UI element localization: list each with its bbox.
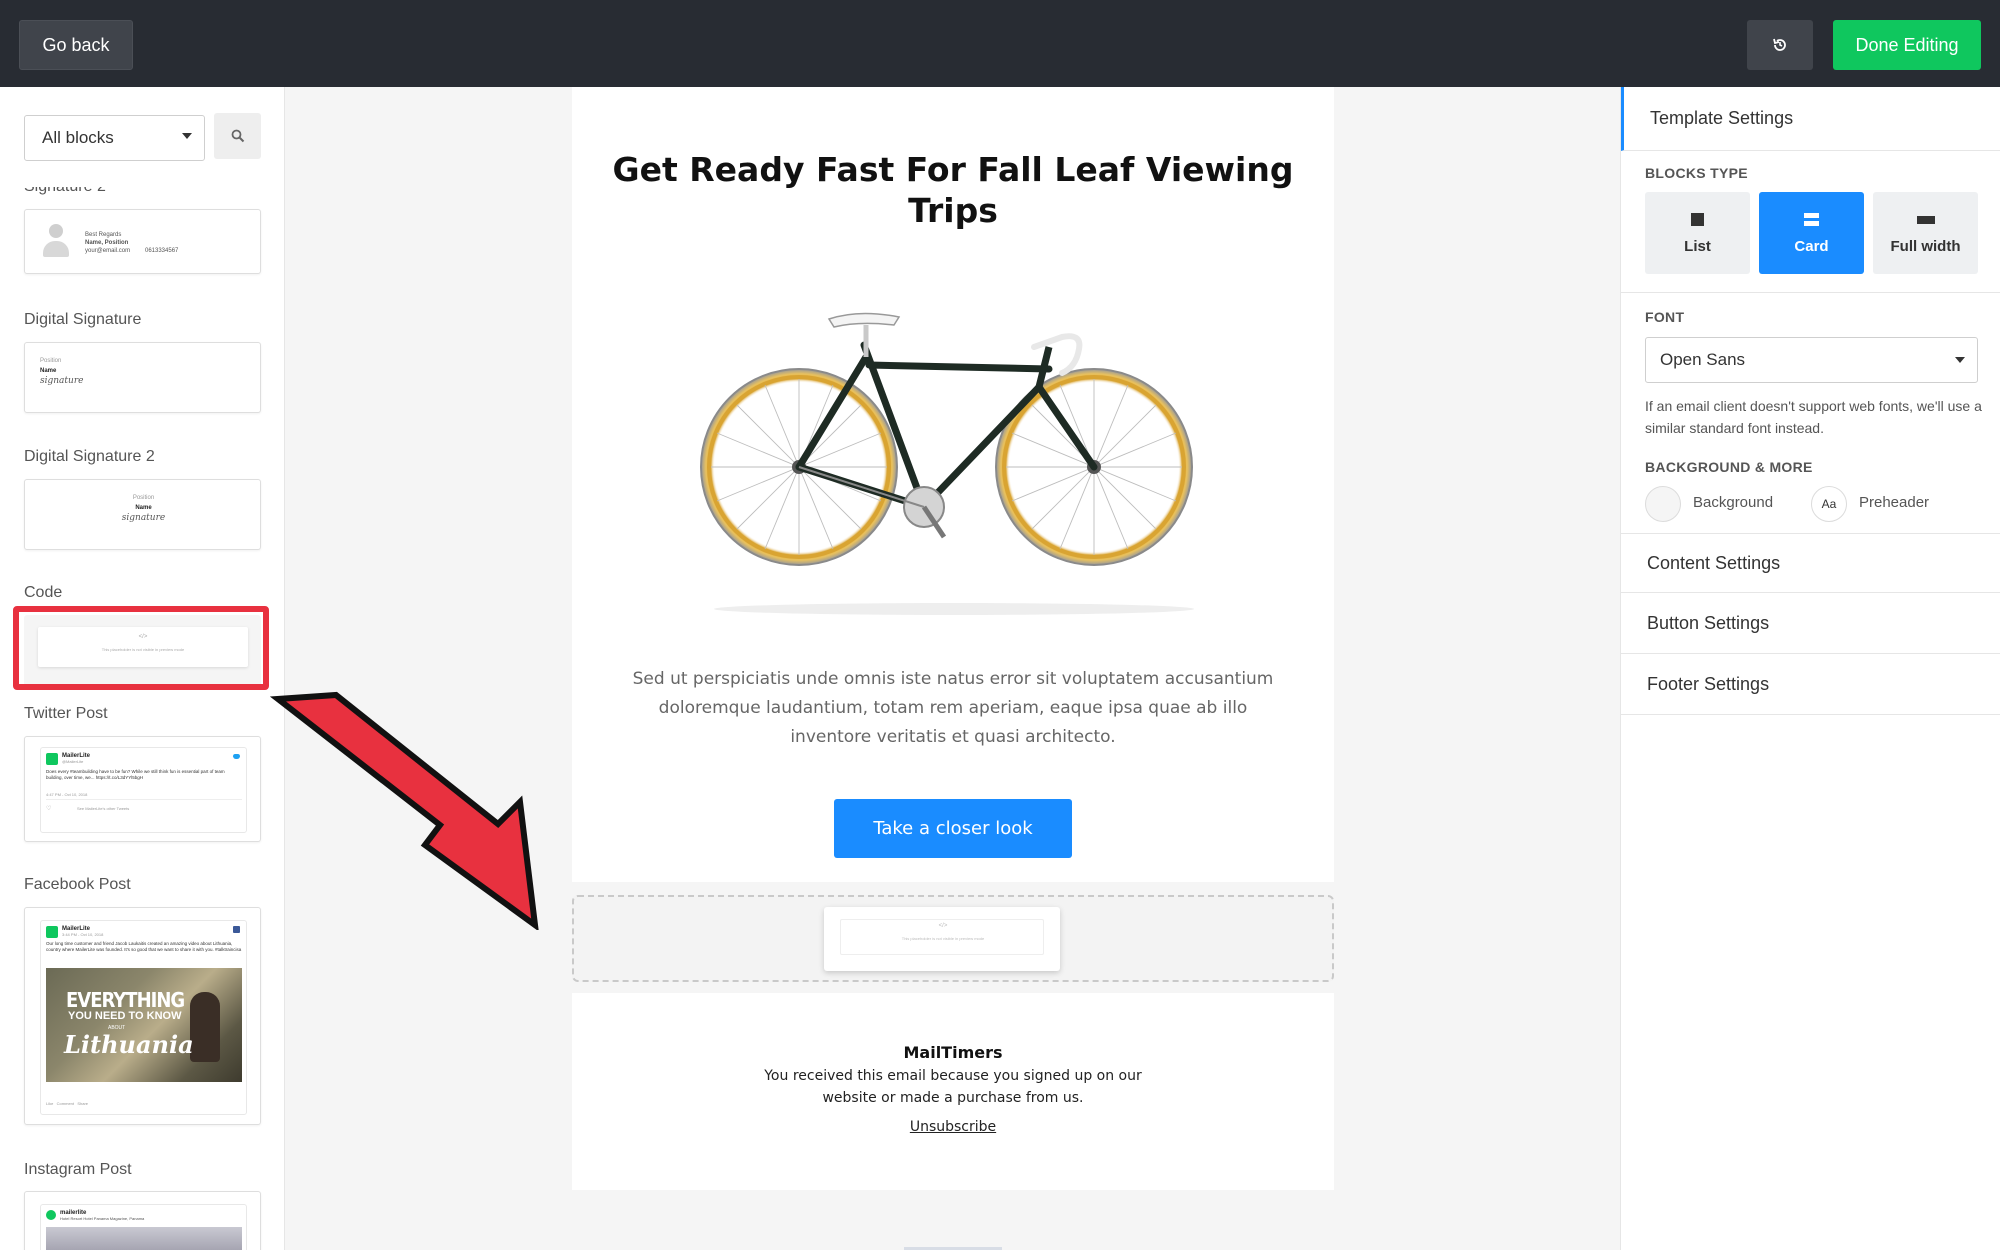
background-color-swatch[interactable] [1645, 486, 1681, 522]
preheader-label[interactable]: Preheader [1859, 494, 1929, 511]
block-card-facebook-post[interactable]: MailerLite 3:44 PM - Oct 10, 2018 Our lo… [24, 907, 261, 1125]
history-icon [1773, 38, 1786, 51]
tweet-time: 4:47 PM - Oct 10, 2018 [46, 792, 88, 797]
tweet-meta: See MailerLite's other Tweets [77, 806, 130, 811]
block-type-label: Card [1794, 237, 1829, 255]
preview-signature: signature [121, 513, 166, 523]
go-back-button[interactable]: Go back [19, 20, 133, 70]
background-label[interactable]: Background [1693, 494, 1773, 511]
block-drop-zone[interactable]: </> This placeholder is not visible in p… [572, 895, 1334, 982]
chevron-down-icon [1955, 357, 1965, 363]
block-type-label: Full width [1890, 237, 1961, 255]
fb-image-text: Lithuania [64, 1030, 194, 1059]
blocks-filter-value: All blocks [42, 128, 114, 147]
signature-line: Best Regards [85, 232, 122, 238]
font-select-value: Open Sans [1660, 350, 1746, 369]
block-card-instagram-post[interactable]: mailerlite Hotel Resort Hotel Panama Mag… [24, 1191, 261, 1250]
settings-panel: Template Settings BLOCKS TYPE List Card … [1620, 87, 2000, 1250]
block-label-facebook-post: Facebook Post [24, 876, 131, 893]
done-editing-button[interactable]: Done Editing [1833, 20, 1981, 70]
block-type-card-button[interactable]: Card [1759, 192, 1864, 274]
content-settings-header[interactable]: Content Settings [1621, 533, 2000, 593]
preview-position: Position [40, 358, 62, 364]
bicycle-image[interactable] [694, 287, 1214, 627]
chevron-down-icon [182, 133, 192, 139]
email-content-block[interactable]: Get Ready Fast For Fall Leaf Viewing Tri… [572, 87, 1334, 882]
square-icon [1691, 213, 1704, 226]
take-closer-look-button[interactable]: Take a closer look [834, 799, 1072, 858]
block-card-digital-signature-2[interactable]: Position Name signature [24, 479, 261, 550]
template-settings-header[interactable]: Template Settings [1621, 87, 2000, 151]
code-placeholder-text: This placeholder is not visible in previ… [901, 936, 985, 941]
block-label-code: Code [24, 584, 63, 601]
blocks-filter-header: All blocks [0, 87, 284, 187]
facebook-icon [233, 926, 240, 933]
block-type-list-button[interactable]: List [1645, 192, 1750, 274]
ig-location: Hotel Resort Hotel Panama Magazine, Pana… [60, 1216, 145, 1221]
footer-text: You received this email because you sign… [764, 1068, 1142, 1106]
footer-company-name: MailTimers [903, 1043, 1003, 1062]
fb-post-image: EVERYTHING YOU NEED TO KNOW ABOUT Lithua… [46, 968, 242, 1082]
fb-text: Our long time customer and friend Jacob … [46, 941, 242, 952]
top-bar: Go back Done Editing [0, 0, 2000, 87]
signature-line: Name, Position [85, 240, 129, 246]
preview-name: Name [40, 368, 57, 374]
block-label-digital-signature: Digital Signature [24, 311, 142, 328]
footer-settings-header[interactable]: Footer Settings [1621, 655, 2000, 715]
fb-image-text: YOU NEED TO KNOW [68, 1010, 182, 1022]
preview-signature: signature [40, 376, 84, 386]
block-card-signature-2[interactable]: Best Regards Name, Position your@email.c… [24, 209, 261, 274]
block-label-instagram-post: Instagram Post [24, 1161, 132, 1178]
preview-position: Position [132, 495, 155, 501]
dragged-code-block[interactable]: </> This placeholder is not visible in p… [824, 907, 1060, 971]
preheader-swatch[interactable]: Aa [1811, 486, 1847, 522]
preview-name: Name [135, 505, 152, 511]
mailerlite-logo-icon [46, 926, 58, 938]
block-card-twitter-post[interactable]: MailerLite @MailerLite Does every #teamb… [24, 736, 261, 842]
tweet-handle: @MailerLite [62, 759, 84, 764]
blocks-type-caption: BLOCKS TYPE [1645, 165, 1748, 181]
block-type-full-width-button[interactable]: Full width [1873, 192, 1978, 274]
avatar-placeholder-icon [43, 224, 69, 258]
history-button[interactable] [1747, 20, 1813, 70]
heart-icon: ♡ [46, 806, 52, 812]
font-select[interactable]: Open Sans [1645, 337, 1978, 383]
full-width-icon [1916, 215, 1935, 224]
tweet-text: Does every #teambuilding have to be fun?… [46, 769, 225, 780]
email-footer-block[interactable]: MailTimers You received this email becau… [572, 993, 1334, 1190]
ig-post-image [46, 1227, 242, 1250]
mailerlite-logo-icon [46, 753, 58, 765]
email-title[interactable]: Get Ready Fast For Fall Leaf Viewing Tri… [572, 149, 1334, 231]
signature-line: 0613334567 [145, 248, 179, 254]
code-block-highlight [13, 606, 269, 690]
fb-actions: Like Comment Share [46, 1101, 89, 1106]
fb-image-text: EVERYTHING [66, 988, 185, 1012]
font-caption: FONT [1645, 309, 1685, 325]
signature-line: your@email.com [85, 248, 131, 254]
block-type-label: List [1684, 237, 1711, 255]
search-button[interactable] [214, 113, 261, 159]
block-card-digital-signature[interactable]: Position Name signature [24, 342, 261, 413]
mailerlite-logo-icon [46, 1210, 56, 1220]
blocks-sidebar: Signature 2 Best Regards Name, Position … [0, 87, 285, 1250]
button-settings-header[interactable]: Button Settings [1621, 594, 2000, 654]
code-icon: </> [938, 923, 948, 929]
search-icon [231, 129, 244, 143]
twitter-bird-icon [233, 754, 240, 759]
email-body-text[interactable]: Sed ut perspiciatis unde omnis iste natu… [632, 665, 1274, 752]
background-caption: BACKGROUND & MORE [1645, 459, 1813, 475]
fb-date: 3:44 PM - Oct 10, 2018 [62, 932, 104, 937]
annotation-arrow [270, 691, 539, 930]
block-label-twitter-post: Twitter Post [24, 705, 108, 722]
font-hint: If an email client doesn't support web f… [1645, 398, 1982, 436]
block-label-digital-signature-2: Digital Signature 2 [24, 448, 155, 465]
blocks-filter-select[interactable]: All blocks [24, 115, 205, 161]
unsubscribe-link[interactable]: Unsubscribe [572, 1119, 1334, 1135]
card-icon [1804, 213, 1819, 226]
